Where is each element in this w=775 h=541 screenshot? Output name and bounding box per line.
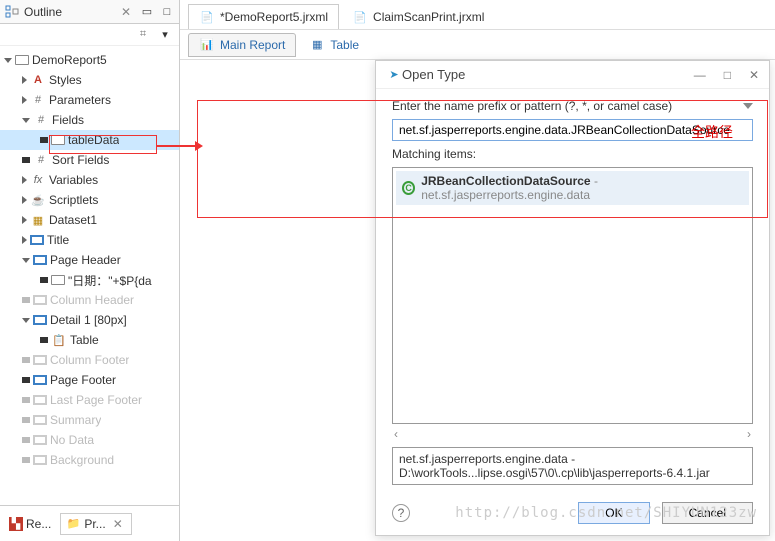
tree-styles[interactable]: AStyles bbox=[0, 70, 179, 90]
hscroll-indicator[interactable]: ‹› bbox=[392, 427, 753, 441]
cancel-button[interactable]: Cancel bbox=[662, 502, 753, 524]
toolbar-menu-icon[interactable]: ▾ bbox=[157, 27, 173, 43]
tree-variables[interactable]: fxVariables bbox=[0, 170, 179, 190]
outline-title: Outline bbox=[24, 5, 113, 19]
tree-pagefooter[interactable]: Page Footer bbox=[0, 370, 179, 390]
report-tab-main[interactable]: 📊Main Report bbox=[188, 33, 296, 57]
path-display: net.sf.jasperreports.engine.data - D:\wo… bbox=[392, 447, 753, 485]
tree-table[interactable]: 📋Table bbox=[0, 330, 179, 350]
jrxml-icon: 📄 bbox=[199, 9, 215, 25]
ok-button[interactable]: OK bbox=[578, 502, 649, 524]
tree-pageheader[interactable]: Page Header bbox=[0, 250, 179, 270]
bottom-tabs: ▚Re... 📁Pr...✕ bbox=[0, 505, 179, 541]
outline-view-header: Outline ✕ ▭ □ bbox=[0, 0, 179, 24]
editor-tab-claim[interactable]: 📄ClaimScanPrint.jrxml bbox=[341, 4, 495, 29]
toolbar-hash-icon[interactable]: ⌗ bbox=[135, 27, 151, 43]
re-icon: ▚ bbox=[9, 517, 23, 531]
list-item[interactable]: C JRBeanCollectionDataSource - net.sf.ja… bbox=[396, 171, 749, 205]
tab-pr[interactable]: 📁Pr...✕ bbox=[60, 513, 131, 535]
open-type-dialog: ➤ Open Type — □ ✕ Enter the name prefix … bbox=[375, 60, 770, 536]
pr-icon: 📁 bbox=[65, 516, 81, 532]
tree-background[interactable]: Background bbox=[0, 450, 179, 470]
report-icon: 📊 bbox=[199, 37, 215, 53]
maximize-button[interactable]: □ bbox=[724, 68, 731, 82]
tree-tabledata[interactable]: tableData bbox=[0, 130, 179, 150]
tree-columnheader[interactable]: Column Header bbox=[0, 290, 179, 310]
minimize-button[interactable]: — bbox=[694, 68, 706, 82]
outline-tree[interactable]: DemoReport5 AStyles #Parameters #Fields … bbox=[0, 46, 179, 505]
outline-toolbar: ⌗ ▾ bbox=[0, 24, 179, 46]
dialog-title: Open Type bbox=[402, 67, 694, 82]
tree-sortfields[interactable]: #Sort Fields bbox=[0, 150, 179, 170]
tree-nodata[interactable]: No Data bbox=[0, 430, 179, 450]
tree-fields[interactable]: #Fields bbox=[0, 110, 179, 130]
tree-summary[interactable]: Summary bbox=[0, 410, 179, 430]
outline-icon bbox=[4, 4, 20, 20]
close-tab-icon[interactable]: ✕ bbox=[109, 517, 127, 531]
tree-detail[interactable]: Detail 1 [80px] bbox=[0, 310, 179, 330]
tree-dataset1[interactable]: ▦Dataset1 bbox=[0, 210, 179, 230]
report-tab-table[interactable]: ▦Table bbox=[298, 33, 370, 57]
annotation-label: 全路径 bbox=[691, 122, 733, 142]
minimize-icon[interactable]: ▭ bbox=[139, 4, 155, 20]
matching-label: Matching items: bbox=[392, 147, 753, 161]
editor-tab-demo[interactable]: 📄*DemoReport5.jrxml bbox=[188, 4, 339, 29]
help-icon[interactable]: ? bbox=[392, 504, 410, 522]
tree-columnfooter[interactable]: Column Footer bbox=[0, 350, 179, 370]
tree-lastpagefooter[interactable]: Last Page Footer bbox=[0, 390, 179, 410]
matching-list[interactable]: C JRBeanCollectionDataSource - net.sf.ja… bbox=[392, 167, 753, 424]
prompt-label: Enter the name prefix or pattern (?, *, … bbox=[392, 99, 743, 113]
tree-dateexpr[interactable]: "日期："+$P{da bbox=[0, 270, 179, 290]
close-button[interactable]: ✕ bbox=[749, 68, 759, 82]
editor-tabs: 📄*DemoReport5.jrxml 📄ClaimScanPrint.jrxm… bbox=[180, 0, 775, 30]
close-view-icon[interactable]: ✕ bbox=[117, 5, 135, 19]
tree-scriptlets[interactable]: ☕Scriptlets bbox=[0, 190, 179, 210]
dialog-titlebar: ➤ Open Type — □ ✕ bbox=[376, 61, 769, 89]
maximize-icon[interactable]: □ bbox=[159, 4, 175, 20]
history-dropdown-icon[interactable] bbox=[743, 103, 753, 109]
jrxml-icon: 📄 bbox=[352, 9, 368, 25]
tree-title[interactable]: Title bbox=[0, 230, 179, 250]
report-tabs: 📊Main Report ▦Table bbox=[180, 30, 775, 60]
table-icon: ▦ bbox=[309, 37, 325, 53]
tab-re[interactable]: ▚Re... bbox=[4, 514, 56, 534]
class-icon: C bbox=[402, 181, 415, 195]
tree-root[interactable]: DemoReport5 bbox=[0, 50, 179, 70]
opentype-icon: ➤ bbox=[386, 67, 402, 83]
tree-parameters[interactable]: #Parameters bbox=[0, 90, 179, 110]
